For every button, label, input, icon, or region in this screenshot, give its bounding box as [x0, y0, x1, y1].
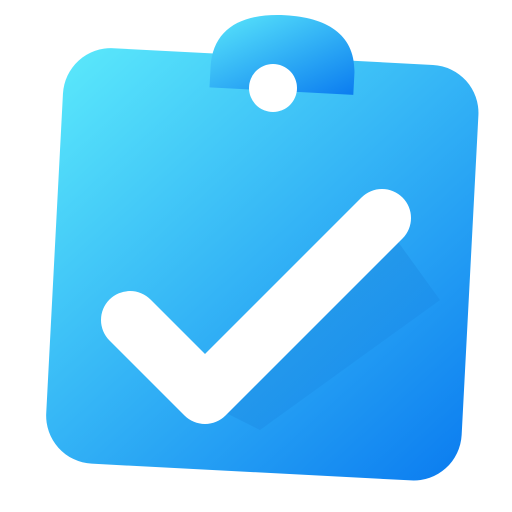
clipboard-check-icon: [46, 15, 479, 481]
app-icon-canvas: [0, 0, 512, 512]
